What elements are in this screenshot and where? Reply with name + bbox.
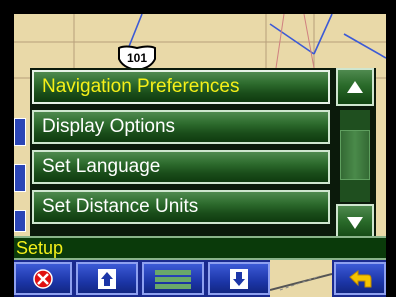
- setup-menu: Navigation Preferences Display Options S…: [30, 68, 376, 242]
- list-icon: [155, 269, 191, 289]
- scroll-up-button[interactable]: [336, 68, 374, 106]
- map-preview: [270, 260, 332, 297]
- menu-item-set-language[interactable]: Set Language: [32, 150, 330, 184]
- map-road-icon: [270, 273, 332, 291]
- menu-item-label: Set Language: [42, 156, 161, 177]
- route-shield-label: 101: [127, 51, 147, 65]
- cancel-button[interactable]: [14, 262, 72, 295]
- page-up-icon: [98, 268, 116, 289]
- triangle-down-icon: [347, 217, 363, 229]
- status-title: Setup: [16, 238, 64, 258]
- edge-tab: [14, 118, 26, 146]
- page-down-button[interactable]: [208, 262, 270, 295]
- bottom-toolbar: [14, 260, 386, 297]
- menu-item-label: Set Distance Units: [42, 196, 199, 217]
- menu-scrollbar[interactable]: [336, 68, 374, 242]
- status-bar: Setup: [14, 236, 386, 260]
- list-button[interactable]: [142, 262, 204, 295]
- back-button[interactable]: [334, 262, 386, 295]
- triangle-up-icon: [347, 81, 363, 93]
- scroll-thumb[interactable]: [340, 130, 370, 180]
- page-up-button[interactable]: [76, 262, 138, 295]
- scroll-track[interactable]: [340, 110, 370, 202]
- gps-device-frame: 101 Navigation Preferences Display Optio…: [0, 0, 396, 297]
- edge-tab: [14, 210, 26, 232]
- cancel-icon: [33, 268, 53, 289]
- edge-tab: [14, 164, 26, 192]
- back-arrow-icon: [349, 269, 372, 287]
- gps-screen: 101 Navigation Preferences Display Optio…: [14, 14, 386, 297]
- menu-item-navigation-preferences[interactable]: Navigation Preferences: [32, 70, 330, 104]
- menu-item-label: Navigation Preferences: [42, 76, 240, 97]
- menu-item-set-distance-units[interactable]: Set Distance Units: [32, 190, 330, 224]
- menu-item-label: Display Options: [42, 116, 176, 137]
- menu-item-display-options[interactable]: Display Options: [32, 110, 330, 144]
- page-down-icon: [230, 268, 248, 289]
